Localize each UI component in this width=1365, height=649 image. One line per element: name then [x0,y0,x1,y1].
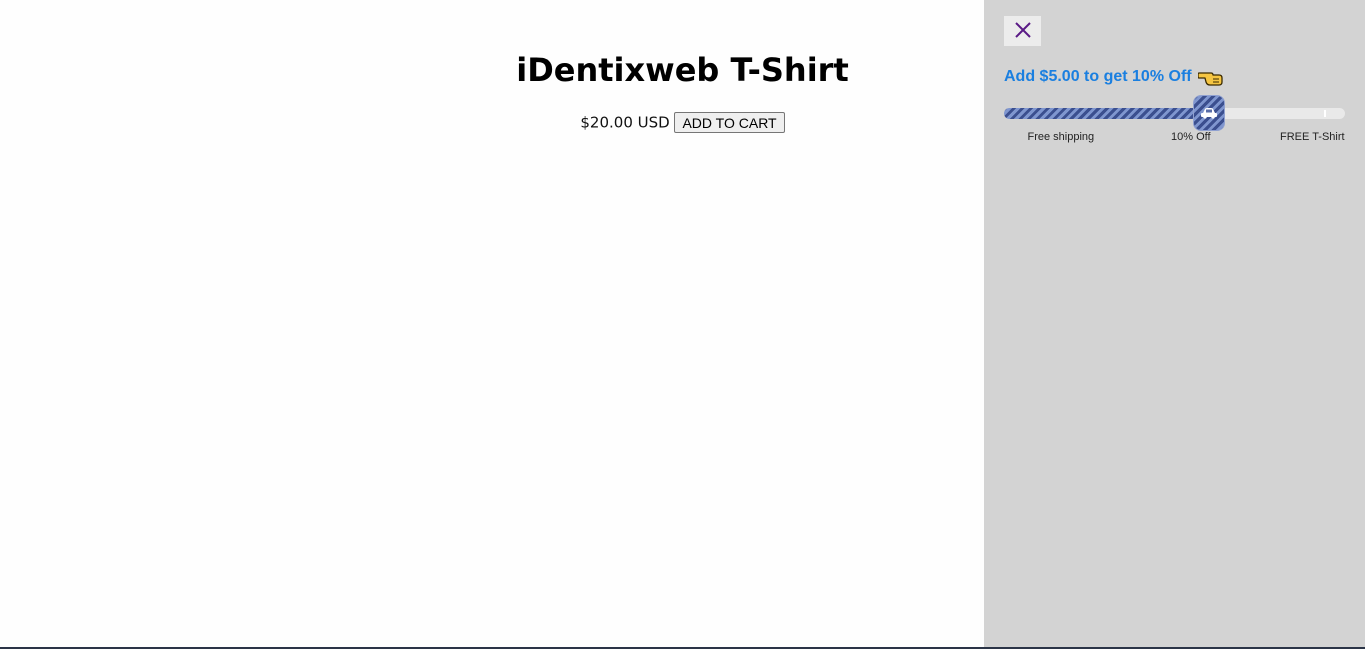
goal-message: Add $5.00 to get 10% Off [1004,67,1224,87]
page: iDentixweb T-Shirt $20.00 USD ADD TO CAR… [0,0,1365,649]
progress-bar [1004,96,1345,130]
milestone-tick [1324,110,1326,117]
progress-knob [1194,96,1224,130]
close-icon [1014,21,1032,42]
goal-message-text: Add $5.00 to get 10% Off [1004,68,1192,85]
product-price: $20.00 USD [580,113,670,132]
cart-goal-drawer: Add $5.00 to get 10% Off Free shipping 1… [984,0,1365,647]
add-to-cart-button[interactable]: ADD TO CART [674,112,785,133]
car-icon [1201,104,1217,123]
milestone-label-10-off: 10% Off [1171,131,1211,143]
store-main: iDentixweb T-Shirt $20.00 USD ADD TO CAR… [0,0,984,647]
milestone-label-free-tshirt: FREE T-Shirt [1280,131,1345,143]
close-drawer-button[interactable] [1004,16,1041,46]
pointing-hand-icon [1197,67,1224,87]
milestone-label-free-shipping: Free shipping [1027,131,1095,143]
progress-fill [1004,108,1209,119]
